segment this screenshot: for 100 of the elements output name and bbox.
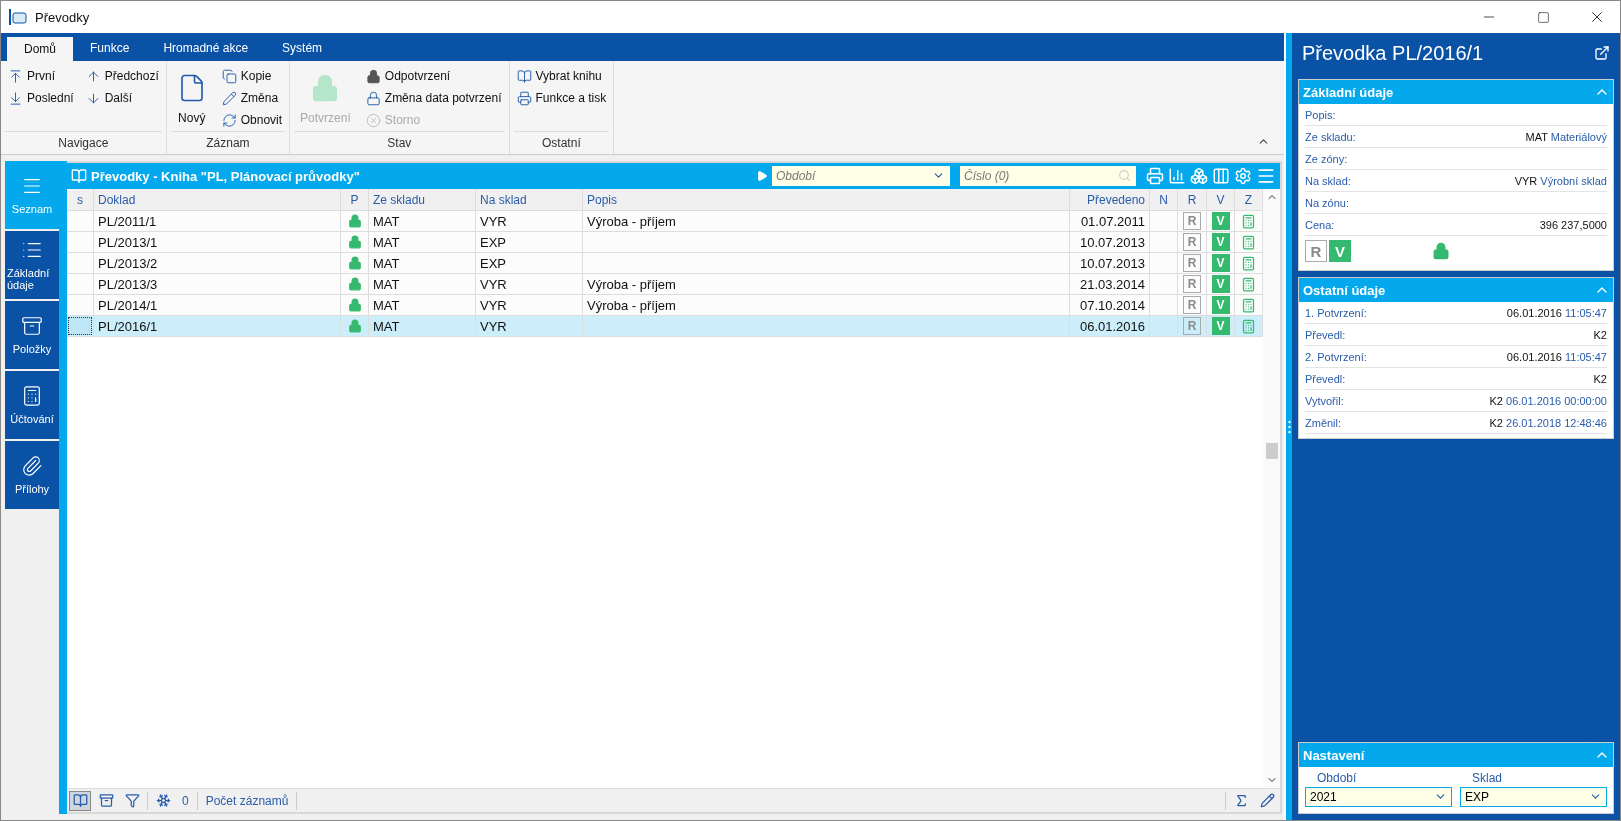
ribbon-button[interactable]: Poslední [5, 87, 77, 109]
bar-chart-icon[interactable] [1168, 167, 1186, 185]
column-header[interactable]: Doklad [94, 189, 341, 210]
table-cell: VYR [480, 318, 507, 334]
table-row[interactable]: PL/2011/1 MAT VYR Výroba - příjem 01.07.2011 R V [67, 211, 1263, 232]
table-cell: VYR [480, 213, 507, 229]
table-cell: PL/2014/1 [98, 297, 158, 313]
table-row[interactable]: PL/2013/2 MAT EXP 10.07.2013 R V [67, 253, 1263, 274]
play-icon[interactable] [756, 170, 768, 182]
menu-icon[interactable] [1256, 166, 1276, 186]
field-label: 2. Potvrzení: [1305, 350, 1367, 363]
ribbon-button[interactable]: Kopie [218, 65, 286, 87]
calculator-icon[interactable] [1241, 276, 1256, 292]
table-cell: MAT [373, 213, 400, 229]
sidebar-item[interactable]: Základní údaje [5, 231, 59, 299]
group-label: Stav [294, 131, 505, 154]
ribbon-button[interactable]: Změna [218, 87, 286, 109]
calculator-icon[interactable] [1241, 297, 1256, 313]
ribbon-button[interactable]: Odpotvrzení [362, 65, 505, 87]
ribbon-tab[interactable]: Hromadné akce [146, 35, 266, 61]
calculator-icon[interactable] [1241, 213, 1256, 229]
ribbon-button[interactable]: Obnovit [218, 109, 286, 131]
dropdown-field[interactable]: EXP [1460, 787, 1607, 807]
ribbon-button[interactable]: Vybrat knihu [513, 65, 610, 87]
last-icon [8, 90, 23, 106]
section-title: Nastavení [1302, 747, 1366, 763]
filter-field[interactable]: Číslo (0) [960, 166, 1136, 186]
external-link-icon[interactable] [1594, 45, 1610, 61]
sidebar-item[interactable]: Účtování [5, 371, 59, 439]
field-label: Na sklad: [1305, 174, 1351, 187]
settings-icon[interactable] [1234, 167, 1252, 185]
field-value: VYR Výrobní sklad [1514, 174, 1607, 187]
book-icon [71, 168, 87, 184]
window-title: Převodky [35, 9, 91, 25]
printer-icon[interactable] [1146, 167, 1164, 185]
down-arrow-icon [85, 90, 101, 106]
app-logo-icon [9, 8, 27, 26]
sidebar-item[interactable]: Přílohy [5, 441, 59, 509]
calculator-icon [21, 385, 43, 407]
column-header[interactable]: Na sklad [476, 189, 583, 210]
ribbon-button[interactable]: Funkce a tisk [513, 87, 610, 109]
table-cell: VYR [480, 297, 507, 313]
search-icon[interactable] [1118, 169, 1131, 182]
ribbon-button[interactable]: První [5, 65, 77, 87]
dropdown-field[interactable]: 2021 [1305, 787, 1452, 807]
field-value: K2 [1593, 328, 1607, 341]
ribbon-tab[interactable]: Funkce [73, 35, 147, 61]
column-header[interactable]: N [1150, 189, 1178, 210]
field-label: Ze skladu: [1305, 130, 1356, 143]
calculator-icon[interactable] [1241, 255, 1256, 271]
table-cell: Výroba - příjem [587, 276, 676, 292]
field-label: Změnil: [1305, 416, 1342, 429]
status-badge: V [1211, 212, 1230, 230]
status-badge: R [1183, 233, 1201, 251]
section-title: Ostatní údaje [1302, 282, 1387, 298]
ribbon-tab[interactable]: Domů [7, 37, 73, 61]
status-badge: V [1211, 275, 1230, 293]
column-header[interactable]: Ze skladu [369, 189, 476, 210]
status-badge: R [1183, 254, 1201, 272]
column-header[interactable]: R [1178, 189, 1207, 210]
status-badge: V [1211, 317, 1230, 335]
table-cell: PL/2016/1 [98, 318, 158, 334]
splitter-handle-icon[interactable] [1287, 419, 1291, 434]
calculator-icon[interactable] [1241, 234, 1256, 250]
field-label: Sklad [1471, 771, 1504, 787]
status-badge: R [1183, 212, 1201, 230]
field-label: Na zónu: [1305, 196, 1350, 209]
column-header[interactable]: V [1207, 189, 1235, 210]
field-label: Ze zóny: [1305, 152, 1348, 165]
table-cell: EXP [480, 234, 506, 250]
group-label: Navigace [5, 131, 162, 154]
field-label: Převedl: [1305, 372, 1346, 385]
scrollbar-thumb[interactable] [1265, 443, 1278, 459]
column-header[interactable]: s [67, 189, 94, 210]
ribbon-button[interactable]: Předchozí [82, 65, 162, 87]
field-label: Převedl: [1305, 328, 1346, 341]
field-label: Období [1316, 771, 1358, 787]
maximize-icon[interactable] [1536, 10, 1550, 24]
columns-icon[interactable] [1212, 167, 1230, 185]
lock-icon [365, 90, 381, 106]
boxes-icon[interactable] [1190, 167, 1208, 185]
table-cell: PL/2011/1 [98, 213, 157, 229]
table-cell: MAT [373, 297, 400, 313]
sidebar-item[interactable]: Položky [5, 301, 59, 369]
ribbon-button[interactable]: Další [82, 87, 162, 109]
table-row[interactable]: PL/2013/3 MAT VYR Výroba - příjem 21.03.2014 R V [67, 274, 1263, 295]
ribbon-tab[interactable]: Systém [265, 35, 340, 61]
table-cell: EXP [480, 255, 506, 271]
table-row[interactable]: PL/2016/1 MAT VYR 06.01.2016 R V [67, 316, 1263, 337]
column-header[interactable]: P [341, 189, 369, 210]
table-row[interactable]: PL/2013/1 MAT EXP 10.07.2013 R V [67, 232, 1263, 253]
column-header[interactable]: Popis [583, 189, 1070, 210]
filter-field[interactable]: Období [772, 166, 950, 186]
table-cell: 10.07.2013 [1079, 255, 1145, 271]
calculator-icon[interactable] [1241, 318, 1256, 334]
column-header[interactable]: Převedeno [1070, 189, 1150, 210]
ribbon-button[interactable]: Změna data potvrzení [362, 87, 505, 109]
ribbon-button[interactable]: Nový [170, 65, 213, 131]
table-row[interactable]: PL/2014/1 MAT VYR Výroba - příjem 07.10.2014 R V [67, 295, 1263, 316]
grid-title: Převodky - Kniha "PL, Plánovací průvodky" [91, 168, 361, 184]
